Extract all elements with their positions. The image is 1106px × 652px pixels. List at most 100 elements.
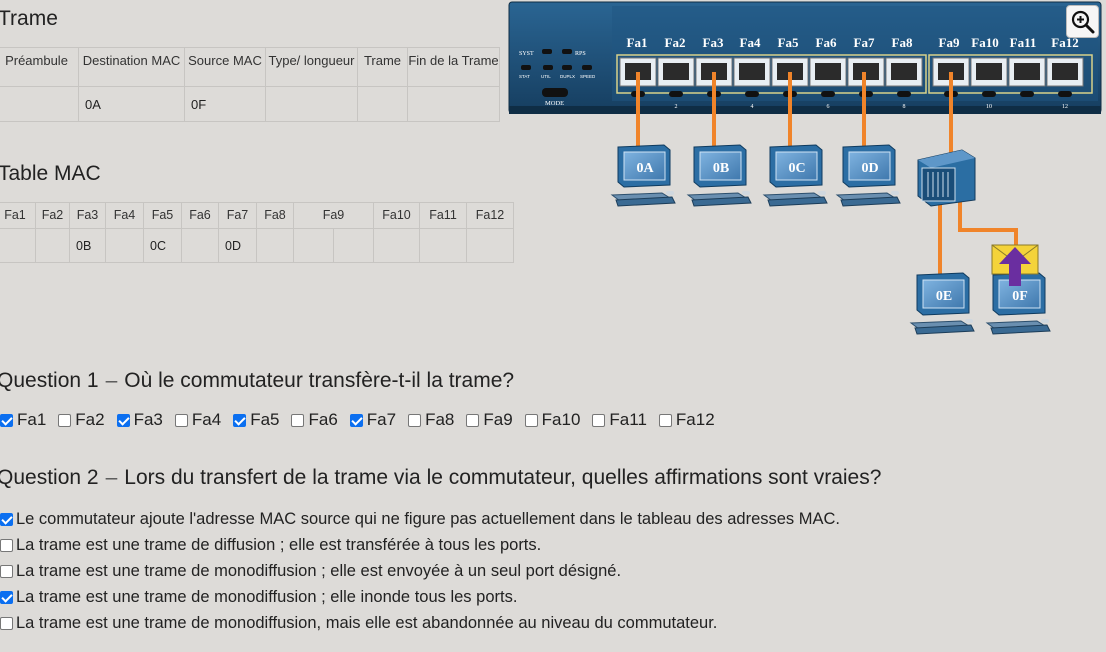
port-label: Fa11 xyxy=(1010,35,1037,50)
checkbox-fa10[interactable] xyxy=(524,413,538,427)
zoom-in-button[interactable] xyxy=(1066,5,1099,38)
port-number: 6 xyxy=(827,104,830,110)
mac-header-row: Fa1 Fa2 Fa3 Fa4 Fa5 Fa6 Fa7 Fa8 Fa9 Fa10… xyxy=(0,202,514,229)
status-led xyxy=(521,65,531,70)
checkbox-fa11[interactable] xyxy=(592,413,606,427)
frame-value-row: 0A 0F xyxy=(0,86,500,122)
option-label: Fa4 xyxy=(191,410,222,429)
option-label: Fa5 xyxy=(250,410,280,429)
port-number: 8 xyxy=(903,104,906,110)
statement-checkbox[interactable] xyxy=(0,591,13,604)
option-fa6[interactable]: Fa6 xyxy=(291,410,338,430)
header-destination-mac: Destination MAC xyxy=(78,47,185,87)
mac-value-fa11 xyxy=(419,228,467,263)
checkbox-fa3[interactable] xyxy=(116,413,130,427)
host-label: 0B xyxy=(713,161,729,176)
question-2-label: Question 2 xyxy=(0,466,99,489)
option-fa4[interactable]: Fa4 xyxy=(174,410,222,430)
statement-text: Le commutateur ajoute l'adresse MAC sour… xyxy=(16,510,841,528)
network-diagram: SYST RPS STAT UTIL DUPLX SPEED MODE Fa1 Fa2 2… xyxy=(508,1,1102,335)
statement-checkbox[interactable] xyxy=(0,539,13,552)
statement-text: La trame est une trame de monodiffusion … xyxy=(16,588,518,606)
option-label: Fa2 xyxy=(75,410,105,429)
question-1-label: Question 1 xyxy=(0,369,99,392)
statement-checkbox[interactable] xyxy=(0,513,13,526)
led-label: UTIL xyxy=(541,74,551,79)
value-end-of-frame xyxy=(407,86,500,122)
checkbox-fa4[interactable] xyxy=(174,413,188,427)
option-label: Fa6 xyxy=(308,410,338,429)
port-led xyxy=(897,91,911,97)
option-fa7[interactable]: Fa7 xyxy=(349,410,396,430)
question-1-options: Fa1 Fa2 Fa3 Fa4 Fa5 Fa6 Fa7 Fa8 Fa9 Fa10 Fa11 Fa12 xyxy=(0,410,727,430)
port-label: Fa7 xyxy=(854,35,875,50)
checkbox-fa1[interactable] xyxy=(0,413,13,427)
option-fa3[interactable]: Fa3 xyxy=(116,410,163,430)
mac-header-fa7: Fa7 xyxy=(218,202,257,229)
switch: SYST RPS STAT UTIL DUPLX SPEED MODE Fa1 Fa2 2… xyxy=(508,1,1102,114)
mac-value-fa9-extra xyxy=(333,228,374,263)
header-frame: Trame xyxy=(357,47,408,87)
host-label: 0E xyxy=(936,289,952,304)
status-led xyxy=(543,65,553,70)
statement-4[interactable]: La trame est une trame de monodiffusion … xyxy=(0,588,517,607)
mac-header-fa6: Fa6 xyxy=(181,202,219,229)
mac-value-fa10 xyxy=(373,228,420,263)
checkbox-fa8[interactable] xyxy=(408,413,422,427)
port-number: 2 xyxy=(675,104,678,110)
led-label: STAT xyxy=(519,74,530,79)
port-number: 4 xyxy=(751,104,754,110)
checkbox-fa12[interactable] xyxy=(658,413,672,427)
mac-value-fa5: 0C xyxy=(143,228,182,263)
option-fa8[interactable]: Fa8 xyxy=(408,410,454,430)
option-fa9[interactable]: Fa9 xyxy=(466,410,513,430)
checkbox-fa5[interactable] xyxy=(233,413,247,427)
option-fa5[interactable]: Fa5 xyxy=(233,410,279,430)
mac-header-fa10: Fa10 xyxy=(373,202,420,229)
port-label: Fa2 xyxy=(665,35,686,50)
computer-icon: 0D xyxy=(835,144,901,207)
computer-icon: 0E xyxy=(909,272,975,335)
port-label: Fa6 xyxy=(816,35,837,50)
mac-value-fa1 xyxy=(0,228,36,263)
status-led xyxy=(582,65,592,70)
option-label: Fa9 xyxy=(483,410,513,429)
port-socket xyxy=(1014,63,1040,80)
host-label: 0D xyxy=(861,161,878,176)
mac-header-fa2: Fa2 xyxy=(35,202,70,229)
led-label: SPEED xyxy=(580,74,596,79)
statement-5[interactable]: La trame est une trame de monodiffusion,… xyxy=(0,614,717,633)
port-socket xyxy=(891,63,917,80)
option-fa1[interactable]: Fa1 xyxy=(0,410,46,430)
option-fa12[interactable]: Fa12 xyxy=(658,410,715,430)
statement-checkbox[interactable] xyxy=(0,617,13,630)
checkbox-fa6[interactable] xyxy=(291,413,305,427)
mac-value-row: 0B 0C 0D xyxy=(0,228,514,263)
value-source-mac: 0F xyxy=(184,86,266,122)
checkbox-fa2[interactable] xyxy=(58,413,72,427)
statement-text: La trame est une trame de monodiffusion,… xyxy=(16,614,718,632)
led-label: DUPLX xyxy=(560,74,575,79)
option-fa11[interactable]: Fa11 xyxy=(592,410,647,430)
frame-header-row: Préambule Destination MAC Source MAC Typ… xyxy=(0,47,500,87)
port-label: Fa9 xyxy=(939,35,960,50)
option-label: Fa10 xyxy=(541,410,581,429)
option-fa10[interactable]: Fa10 xyxy=(524,410,581,430)
port-number: 12 xyxy=(1062,104,1068,110)
header-preamble: Préambule xyxy=(0,47,79,87)
statement-3[interactable]: La trame est une trame de monodiffusion … xyxy=(0,562,621,581)
mac-value-fa6 xyxy=(181,228,219,263)
statement-2[interactable]: La trame est une trame de diffusion ; el… xyxy=(0,536,541,555)
port-socket xyxy=(976,63,1002,80)
port-led xyxy=(745,91,759,97)
question-1-text: Où le commutateur transfère-t-il la tram… xyxy=(124,369,515,392)
mac-value-fa2 xyxy=(35,228,70,263)
mac-header-fa9: Fa9 xyxy=(293,202,374,229)
statement-checkbox[interactable] xyxy=(0,565,13,578)
header-type-length: Type/ longueur xyxy=(265,47,358,87)
statement-1[interactable]: Le commutateur ajoute l'adresse MAC sour… xyxy=(0,510,840,529)
port-socket xyxy=(1052,63,1078,80)
checkbox-fa7[interactable] xyxy=(349,413,363,427)
option-fa2[interactable]: Fa2 xyxy=(58,410,105,430)
checkbox-fa9[interactable] xyxy=(466,413,480,427)
